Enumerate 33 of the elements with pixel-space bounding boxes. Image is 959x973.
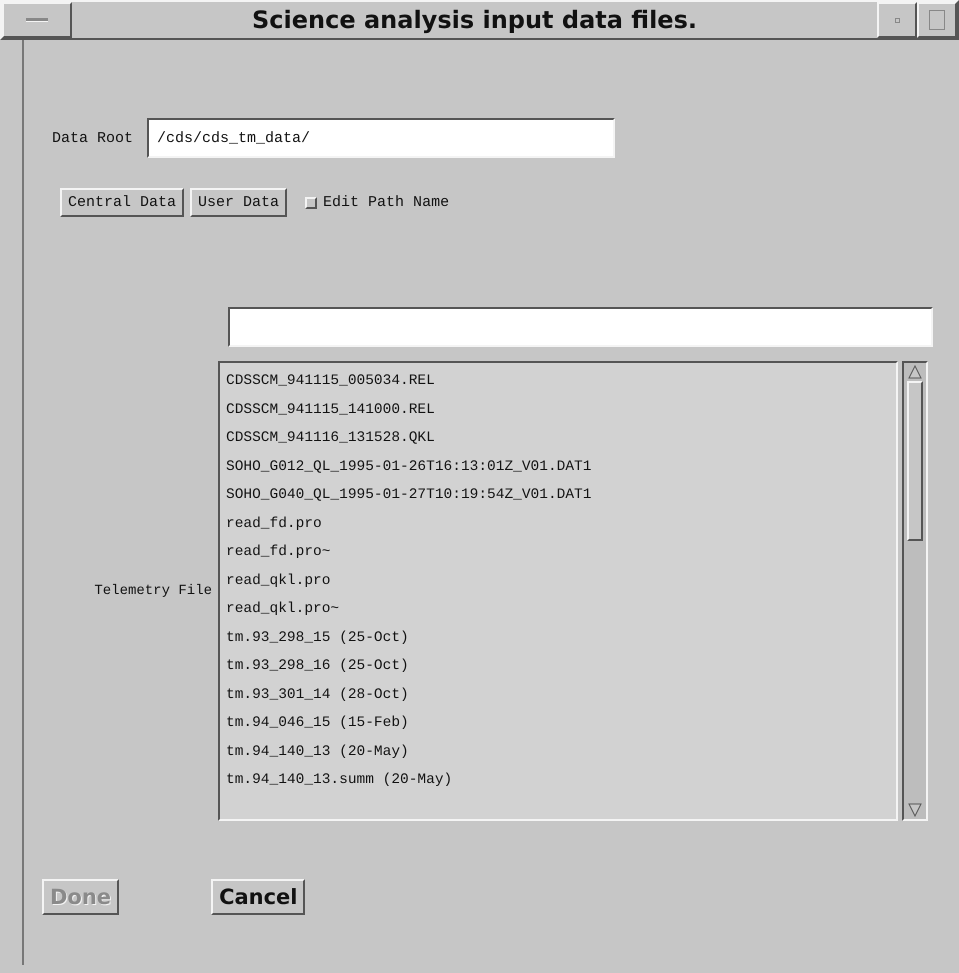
file-item[interactable]: tm.94_140_13 (20-May): [226, 744, 409, 760]
file-item[interactable]: tm.93_301_14 (28-Oct): [226, 686, 409, 702]
file-item[interactable]: SOHO_G040_QL_1995-01-27T10:19:54Z_V01.DAT1: [226, 487, 592, 503]
source-button[interactable]: Central Data: [60, 188, 184, 217]
file-item[interactable]: read_fd.pro~: [226, 544, 330, 560]
file-item[interactable]: tm.93_298_15 (25-Oct): [226, 630, 409, 646]
file-list[interactable]: [218, 361, 898, 821]
file-item[interactable]: read_fd.pro: [226, 516, 322, 532]
window-title: Science analysis input data files.: [252, 6, 697, 34]
minimize-button[interactable]: [877, 2, 917, 38]
file-item[interactable]: tm.94_046_15 (15-Feb): [226, 715, 409, 731]
dialog-button[interactable]: Cancel: [211, 879, 306, 915]
scroll-up-icon[interactable]: [908, 365, 922, 379]
telemetry-file-label: Telemetry File: [93, 583, 213, 599]
file-item[interactable]: read_qkl.pro~: [226, 601, 340, 617]
data-root-field[interactable]: /cds/cds_tm_data/: [147, 118, 616, 158]
file-item[interactable]: SOHO_G012_QL_1995-01-26T16:13:01Z_V01.DAT1: [226, 458, 592, 474]
scrollbar[interactable]: [902, 361, 928, 821]
file-item[interactable]: CDSSCM_941115_141000.REL: [226, 402, 435, 418]
checkbox[interactable]: [305, 196, 318, 208]
data-root-label: Data Root: [52, 130, 134, 146]
source-button[interactable]: User Data: [190, 188, 288, 217]
maximize-button[interactable]: [917, 2, 957, 38]
file-item[interactable]: tm.93_298_16 (25-Oct): [226, 658, 409, 674]
window-menu-button[interactable]: [2, 2, 72, 38]
filter-field[interactable]: [228, 307, 933, 347]
file-item[interactable]: read_qkl.pro: [226, 572, 330, 588]
scroll-thumb[interactable]: [907, 381, 923, 541]
file-item[interactable]: CDSSCM_941116_131528.QKL: [226, 430, 435, 446]
checkbox-label: Edit Path Name: [323, 194, 450, 211]
file-item[interactable]: CDSSCM_941115_005034.REL: [226, 373, 435, 389]
scroll-down-icon[interactable]: [908, 803, 922, 817]
file-item[interactable]: tm.94_140_13.summ (20-May): [226, 772, 452, 788]
